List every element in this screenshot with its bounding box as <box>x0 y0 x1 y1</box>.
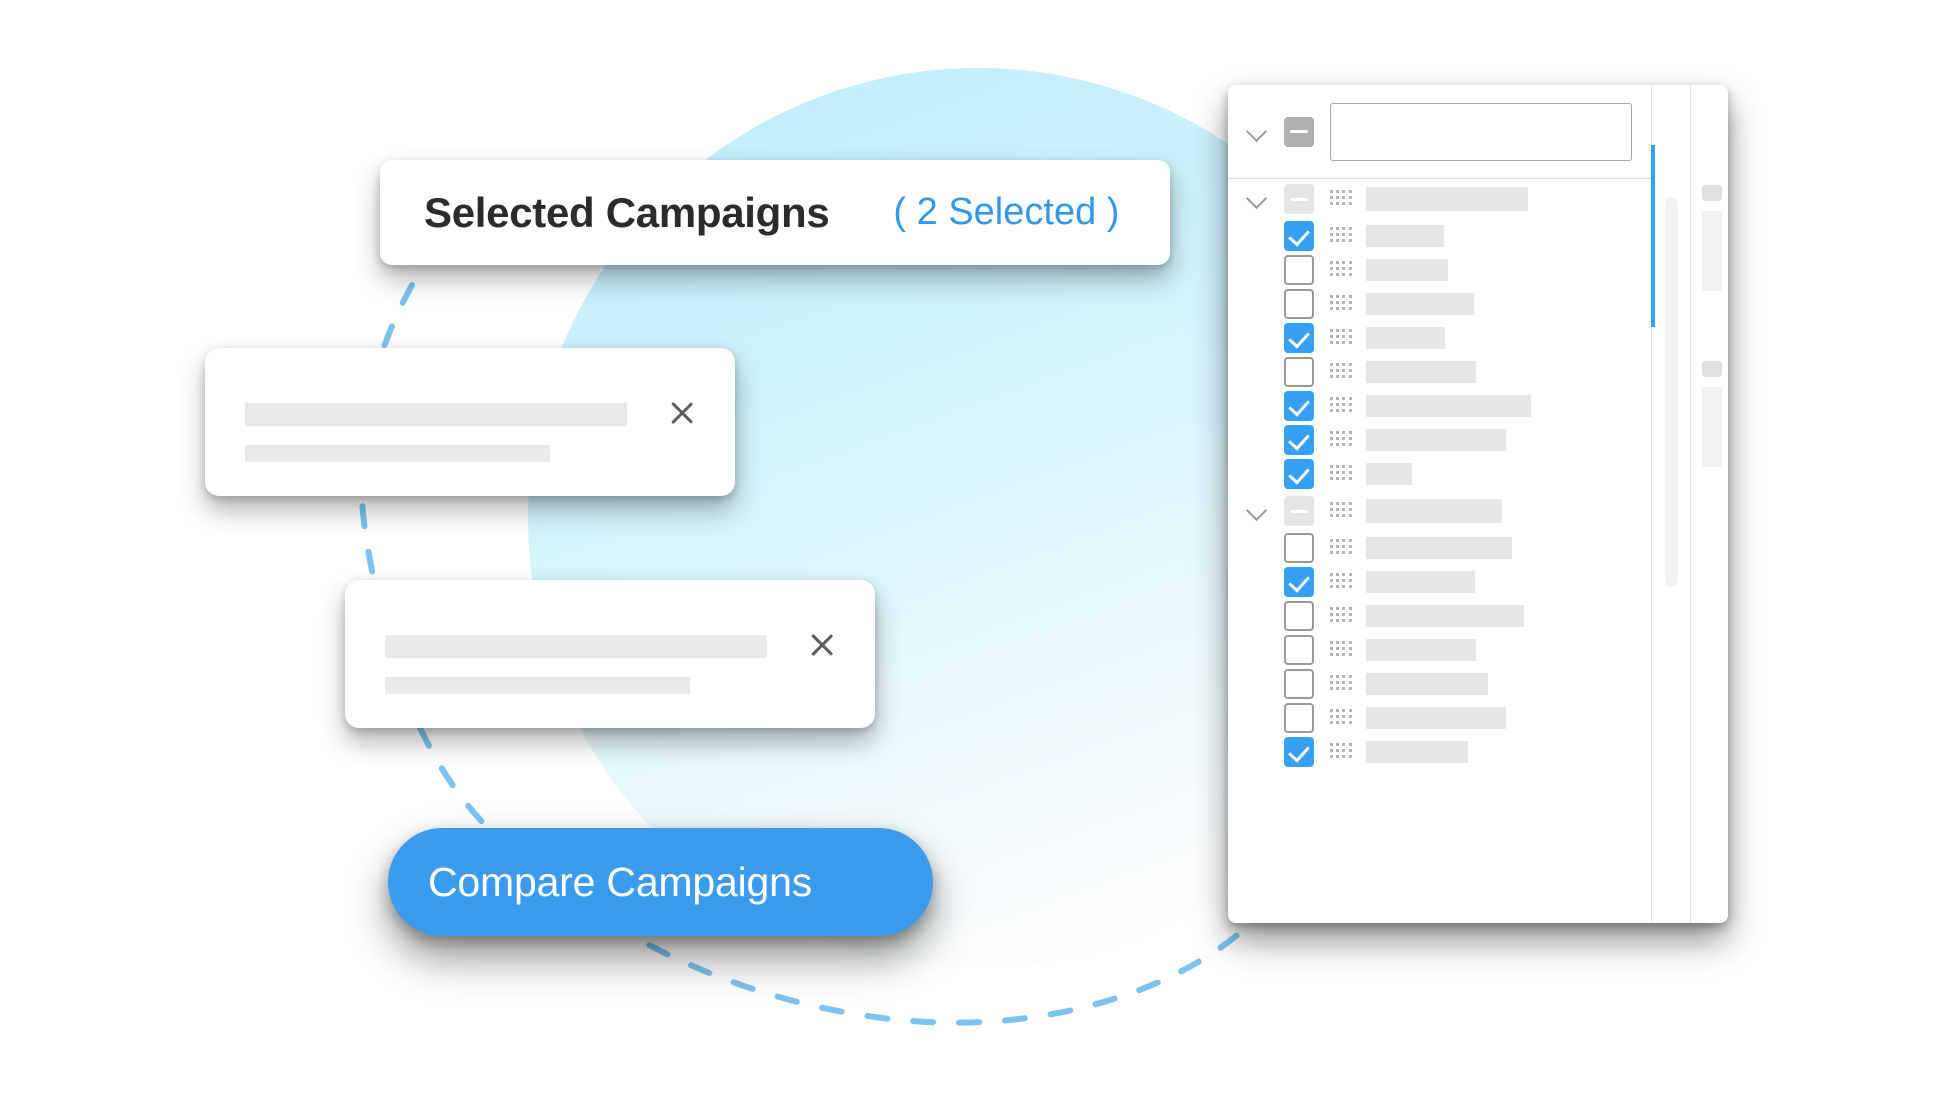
chevron-down-icon[interactable] <box>1244 186 1270 212</box>
campaign-checkbox[interactable] <box>1284 567 1314 597</box>
campaign-list-item[interactable] <box>1228 457 1651 491</box>
campaign-checkbox[interactable] <box>1284 289 1314 319</box>
campaign-checkbox[interactable] <box>1284 221 1314 251</box>
campaign-name-placeholder <box>1366 673 1488 695</box>
drag-handle-icon[interactable] <box>1330 362 1352 382</box>
campaign-checkbox[interactable] <box>1284 357 1314 387</box>
chevron-down-icon[interactable] <box>1244 119 1270 145</box>
drag-handle-icon[interactable] <box>1330 538 1352 558</box>
campaign-name-placeholder <box>1366 429 1506 451</box>
campaign-name-placeholder <box>1366 605 1524 627</box>
campaign-list-item[interactable] <box>1228 701 1651 735</box>
drag-handle-icon[interactable] <box>1330 189 1352 209</box>
campaign-name-placeholder <box>1366 327 1445 349</box>
campaign-name-placeholder <box>1366 707 1506 729</box>
vertical-scrollbar[interactable] <box>1665 197 1678 587</box>
search-input[interactable] <box>1330 102 1632 161</box>
drag-handle-icon[interactable] <box>1330 396 1352 416</box>
campaign-meta-placeholder <box>385 677 690 694</box>
campaign-checkbox[interactable] <box>1284 255 1314 285</box>
campaign-name-placeholder <box>1366 361 1476 383</box>
campaign-name-placeholder <box>1366 463 1412 485</box>
campaign-list-item[interactable] <box>1228 355 1651 389</box>
campaign-checkbox[interactable] <box>1284 635 1314 665</box>
campaign-list-item[interactable] <box>1228 287 1651 321</box>
drag-handle-icon[interactable] <box>1330 226 1352 246</box>
selected-campaigns-banner: Selected Campaigns ( 2 Selected ) <box>380 160 1170 265</box>
campaign-list-item[interactable] <box>1228 667 1651 701</box>
rail-block <box>1702 211 1722 291</box>
rail-divider <box>1690 85 1691 923</box>
campaign-card-1[interactable] <box>205 348 735 496</box>
campaign-meta-placeholder <box>245 445 550 462</box>
compare-campaigns-wrap: Compare Campaigns <box>388 828 933 936</box>
campaign-checkbox[interactable] <box>1284 533 1314 563</box>
campaign-checkbox[interactable] <box>1284 323 1314 353</box>
campaign-selector-panel <box>1228 85 1728 923</box>
drag-handle-icon[interactable] <box>1330 430 1352 450</box>
campaign-list-item[interactable] <box>1228 599 1651 633</box>
campaign-name-placeholder <box>245 403 627 426</box>
campaign-group-header[interactable] <box>1228 179 1651 219</box>
drag-handle-icon[interactable] <box>1330 606 1352 626</box>
illustration-canvas: Selected Campaigns ( 2 Selected ) Compar… <box>0 0 1950 1093</box>
campaign-name-placeholder <box>1366 225 1444 247</box>
group-select-checkbox[interactable] <box>1284 496 1314 526</box>
panel-side-rail <box>1651 85 1728 923</box>
campaign-list-item[interactable] <box>1228 423 1651 457</box>
group-select-checkbox[interactable] <box>1284 184 1314 214</box>
campaign-name-placeholder <box>1366 187 1528 211</box>
close-icon[interactable] <box>665 396 699 430</box>
campaign-list-item[interactable] <box>1228 565 1651 599</box>
drag-handle-icon[interactable] <box>1330 572 1352 592</box>
campaign-list-item[interactable] <box>1228 389 1651 423</box>
campaign-name-placeholder <box>1366 571 1475 593</box>
drag-handle-icon[interactable] <box>1330 708 1352 728</box>
campaign-list-item[interactable] <box>1228 735 1651 769</box>
campaign-name-placeholder <box>1366 639 1476 661</box>
drag-handle-icon[interactable] <box>1330 260 1352 280</box>
drag-handle-icon[interactable] <box>1330 328 1352 348</box>
rail-block <box>1702 387 1722 467</box>
campaign-card-2[interactable] <box>345 580 875 728</box>
select-all-checkbox[interactable] <box>1284 116 1314 147</box>
drag-handle-icon[interactable] <box>1330 294 1352 314</box>
campaign-list-item[interactable] <box>1228 253 1651 287</box>
drag-handle-icon[interactable] <box>1330 640 1352 660</box>
chevron-down-icon[interactable] <box>1244 498 1270 524</box>
drag-handle-icon[interactable] <box>1330 674 1352 694</box>
panel-main-column <box>1228 85 1652 923</box>
campaign-name-placeholder <box>1366 499 1502 523</box>
page-title: Selected Campaigns <box>424 188 830 236</box>
campaign-name-placeholder <box>1366 741 1468 763</box>
campaign-checkbox[interactable] <box>1284 391 1314 421</box>
campaign-list-item[interactable] <box>1228 531 1651 565</box>
campaign-checkbox[interactable] <box>1284 425 1314 455</box>
rail-chip <box>1702 361 1722 377</box>
panel-header-row <box>1228 85 1651 179</box>
campaign-list-item[interactable] <box>1228 321 1651 355</box>
compare-campaigns-button[interactable]: Compare Campaigns <box>388 828 933 936</box>
campaign-name-placeholder <box>1366 395 1531 417</box>
close-icon[interactable] <box>805 628 839 662</box>
drag-handle-icon[interactable] <box>1330 501 1352 521</box>
campaign-checkbox[interactable] <box>1284 669 1314 699</box>
campaign-list[interactable] <box>1228 179 1651 923</box>
campaign-group-header[interactable] <box>1228 491 1651 531</box>
campaign-name-placeholder <box>1366 293 1474 315</box>
campaign-checkbox[interactable] <box>1284 703 1314 733</box>
campaign-checkbox[interactable] <box>1284 459 1314 489</box>
drag-handle-icon[interactable] <box>1330 742 1352 762</box>
campaign-checkbox[interactable] <box>1284 601 1314 631</box>
rail-chip <box>1702 185 1722 201</box>
campaign-name-placeholder <box>1366 537 1512 559</box>
campaign-name-placeholder <box>1366 259 1448 281</box>
campaign-checkbox[interactable] <box>1284 737 1314 767</box>
campaign-name-placeholder <box>385 635 767 658</box>
selected-count-badge: ( 2 Selected ) <box>893 191 1120 233</box>
active-section-indicator <box>1651 145 1655 327</box>
campaign-list-item[interactable] <box>1228 633 1651 667</box>
drag-handle-icon[interactable] <box>1330 464 1352 484</box>
campaign-list-item[interactable] <box>1228 219 1651 253</box>
